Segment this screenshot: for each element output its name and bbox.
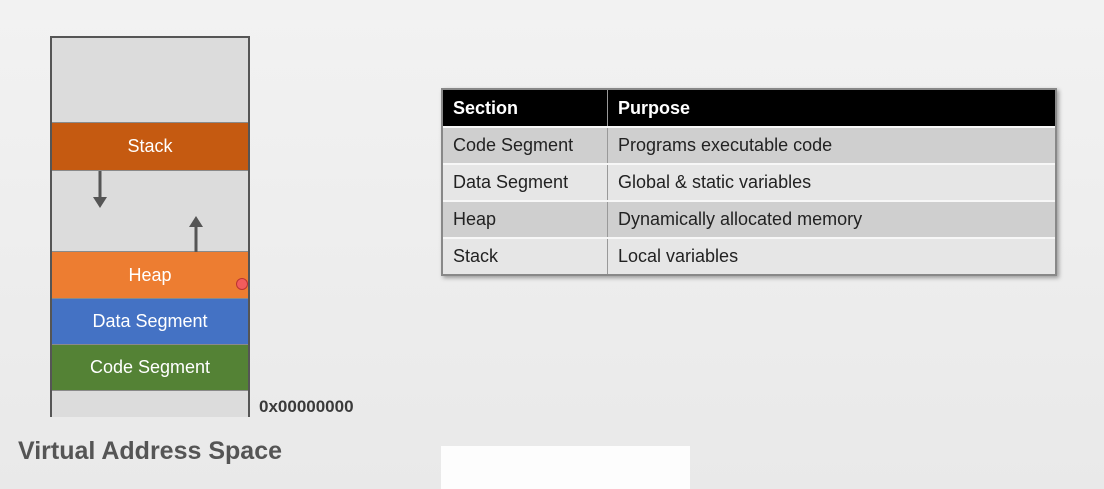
blank-panel	[441, 446, 690, 489]
cell-purpose: Dynamically allocated memory	[607, 200, 1055, 238]
table-row: Heap Dynamically allocated memory	[443, 200, 1055, 238]
free-space-middle	[52, 171, 248, 253]
data-segment-label: Data Segment	[92, 311, 208, 331]
heap-grows-up-arrow-icon	[189, 216, 203, 253]
code-segment-label: Code Segment	[89, 357, 211, 377]
table-header-row: Section Purpose	[443, 90, 1055, 127]
heap-label: Heap	[128, 264, 172, 285]
heap-segment: Heap	[52, 252, 248, 299]
header-purpose: Purpose	[607, 90, 1055, 127]
sections-table: Section Purpose Code Segment Programs ex…	[441, 88, 1057, 276]
cell-section: Stack	[443, 237, 608, 274]
stack-label: Stack	[127, 136, 173, 156]
cell-section: Data Segment	[443, 163, 608, 201]
unused-space-top	[52, 38, 248, 123]
diagram-title: Virtual Address Space	[18, 437, 283, 465]
cell-purpose: Local variables	[607, 237, 1055, 274]
data-segment: Data Segment	[52, 299, 248, 345]
cell-purpose: Programs executable code	[607, 126, 1055, 164]
pointer-cursor-icon	[236, 278, 248, 290]
table-row: Data Segment Global & static variables	[443, 163, 1055, 201]
stack-grows-down-arrow-icon	[93, 171, 107, 208]
base-address-label: 0x00000000	[259, 397, 354, 416]
table-row: Stack Local variables	[443, 237, 1055, 274]
cell-purpose: Global & static variables	[607, 163, 1055, 201]
cell-section: Heap	[443, 200, 608, 238]
cell-section: Code Segment	[443, 126, 608, 164]
stack-segment: Stack	[52, 123, 248, 171]
memory-layout-diagram: Stack Heap Data Segment Code Segment	[50, 36, 250, 417]
table-row: Code Segment Programs executable code	[443, 126, 1055, 164]
header-section: Section	[443, 90, 608, 127]
code-segment: Code Segment	[52, 345, 248, 391]
unused-space-bottom	[52, 391, 248, 417]
